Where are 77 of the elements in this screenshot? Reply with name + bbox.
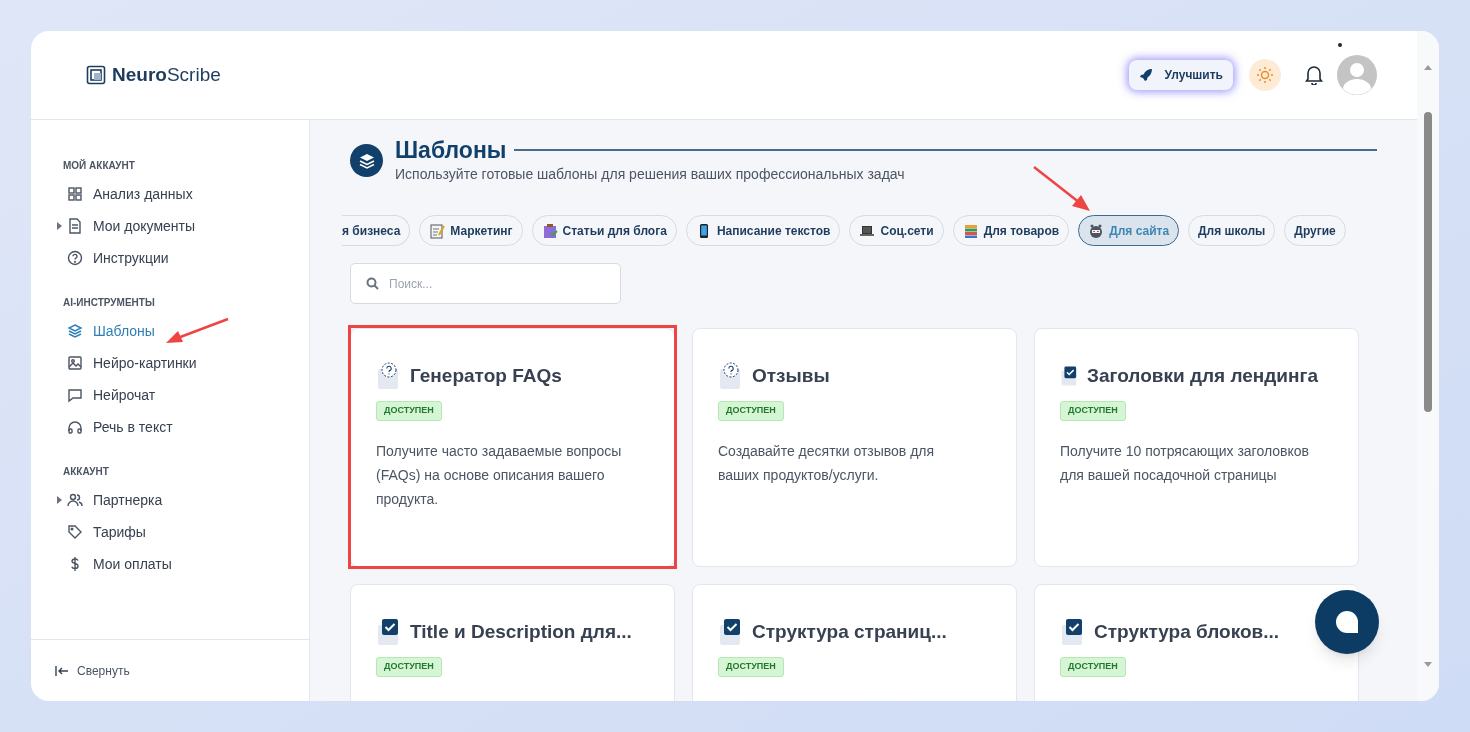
annotation-arrow	[1032, 165, 1093, 213]
card-title: Title и Description для...	[410, 619, 632, 644]
sidebar-item[interactable]: Инструкции	[67, 247, 169, 269]
sidebar-item[interactable]: Шаблоны	[67, 320, 155, 342]
status-badge: ДОСТУПЕН	[1060, 401, 1126, 421]
status-badge: ДОСТУПЕН	[1060, 657, 1126, 677]
template-card[interactable]: Структура блоков... ДОСТУПЕН	[1034, 584, 1359, 701]
card-description: Получите часто задаваемые вопросы (FAQs) на основе описания вашего продукта.	[376, 441, 623, 509]
section-heading: МОЙ АККАУНТ	[62, 158, 136, 173]
headphones-icon	[67, 419, 83, 435]
card-description: Получите 10 потрясающих заголовков для вашей посадочной страницы	[1060, 441, 1310, 485]
search-icon	[366, 277, 379, 290]
page-title: Шаблоны	[395, 136, 507, 164]
card-description: Создавайте десятки отзывов для ваших продуктов/услуги.	[718, 441, 936, 485]
clipboard-icon	[541, 222, 558, 239]
sun-icon	[1256, 66, 1274, 84]
category-chip[interactable]: Маркетинг	[419, 215, 523, 246]
card-title: Отзывы	[752, 363, 830, 388]
theme-toggle[interactable]	[1249, 59, 1281, 91]
category-chip[interactable]: Соц.сети	[849, 215, 944, 246]
category-chip[interactable]: Для школы	[1188, 215, 1276, 246]
card-title: Генератор FAQs	[410, 363, 562, 388]
card-title: Заголовки для лендинга	[1087, 363, 1318, 388]
section-heading: AI-ИНСТРУМЕНТЫ	[62, 296, 156, 310]
sidebar-item[interactable]: Речь в текст	[67, 416, 173, 438]
category-chip[interactable]: Статьи для блога	[531, 215, 677, 246]
status-badge: ДОСТУПЕН	[718, 401, 784, 421]
robot-icon	[1088, 222, 1105, 239]
status-badge: ДОСТУПЕН	[376, 401, 442, 421]
sidebar-item[interactable]: Партнерка	[67, 489, 163, 511]
help-icon	[67, 250, 83, 266]
sidebar-item[interactable]: Нейро-картинки	[67, 352, 197, 374]
image-icon	[67, 355, 83, 371]
card-title: Структура блоков...	[1094, 619, 1280, 644]
sidebar-item[interactable]: Анализ данных	[67, 183, 193, 205]
category-chip[interactable]: Для товаров	[952, 215, 1070, 246]
scrollbar[interactable]	[1417, 31, 1439, 701]
status-badge: ДОСТУПЕН	[718, 657, 784, 677]
sidebar-item[interactable]: Нейрочат	[67, 384, 156, 406]
document-icon	[67, 218, 83, 234]
upgrade-button[interactable]: Улучшить	[1128, 60, 1233, 90]
search-input[interactable]: Поиск...	[389, 274, 605, 293]
search-field[interactable]: Поиск...	[350, 263, 621, 304]
annotation-arrow	[165, 316, 231, 346]
card-title: Структура страниц...	[752, 619, 947, 644]
books-icon	[962, 222, 979, 239]
template-card[interactable]: Генератор FAQs ДОСТУПЕН Получите часто задаваемые вопросы (FAQs) на основе описания вашего продукта.	[350, 328, 675, 567]
chat-bubble-icon	[1333, 608, 1361, 636]
template-card[interactable]: Отзывы ДОСТУПЕН Создавайте десятки отзывов для ваших продуктов/услуги.	[692, 328, 1017, 567]
bell-icon[interactable]	[1305, 65, 1323, 85]
tag-icon	[67, 524, 83, 540]
sidebar-item[interactable]: Тарифы	[67, 521, 146, 543]
users-icon	[67, 492, 83, 508]
page-subtitle: Используйте готовые шаблоны для решения ваших профессиональных задач	[395, 165, 906, 184]
template-card[interactable]: Структура страниц... ДОСТУПЕН	[692, 584, 1017, 701]
category-chip[interactable]: Другие	[1284, 215, 1346, 246]
chat-icon	[67, 387, 83, 403]
template-card[interactable]: Заголовки для лендинга ДОСТУПЕН Получите 10 потрясающих заголовков для вашей посадочной страницы	[1034, 328, 1359, 567]
grid-icon	[67, 186, 83, 202]
logo-icon	[86, 65, 106, 85]
expand-caret-icon[interactable]	[57, 222, 62, 230]
chat-button[interactable]	[1315, 590, 1379, 654]
memo-icon	[429, 222, 446, 239]
section-heading: АККАУНТ	[62, 465, 110, 479]
collapse-icon	[55, 665, 69, 676]
template-card[interactable]: Title и Description для... ДОСТУПЕН	[350, 584, 675, 701]
category-chip[interactable]: Написание текстов	[685, 215, 841, 246]
layers-icon	[357, 151, 376, 170]
sidebar-item[interactable]: Мои документы	[67, 215, 195, 237]
sidebar-item[interactable]: Мои оплаты	[67, 553, 172, 575]
collapse-button[interactable]: Свернуть	[55, 661, 130, 680]
expand-caret-icon[interactable]	[57, 496, 62, 504]
layers-icon	[67, 323, 83, 339]
status-badge: ДОСТУПЕН	[376, 657, 442, 677]
rocket-icon	[1138, 68, 1153, 82]
logo-text: NeuroScribe	[112, 62, 221, 87]
category-chip[interactable]: я бизнеса	[342, 215, 411, 246]
